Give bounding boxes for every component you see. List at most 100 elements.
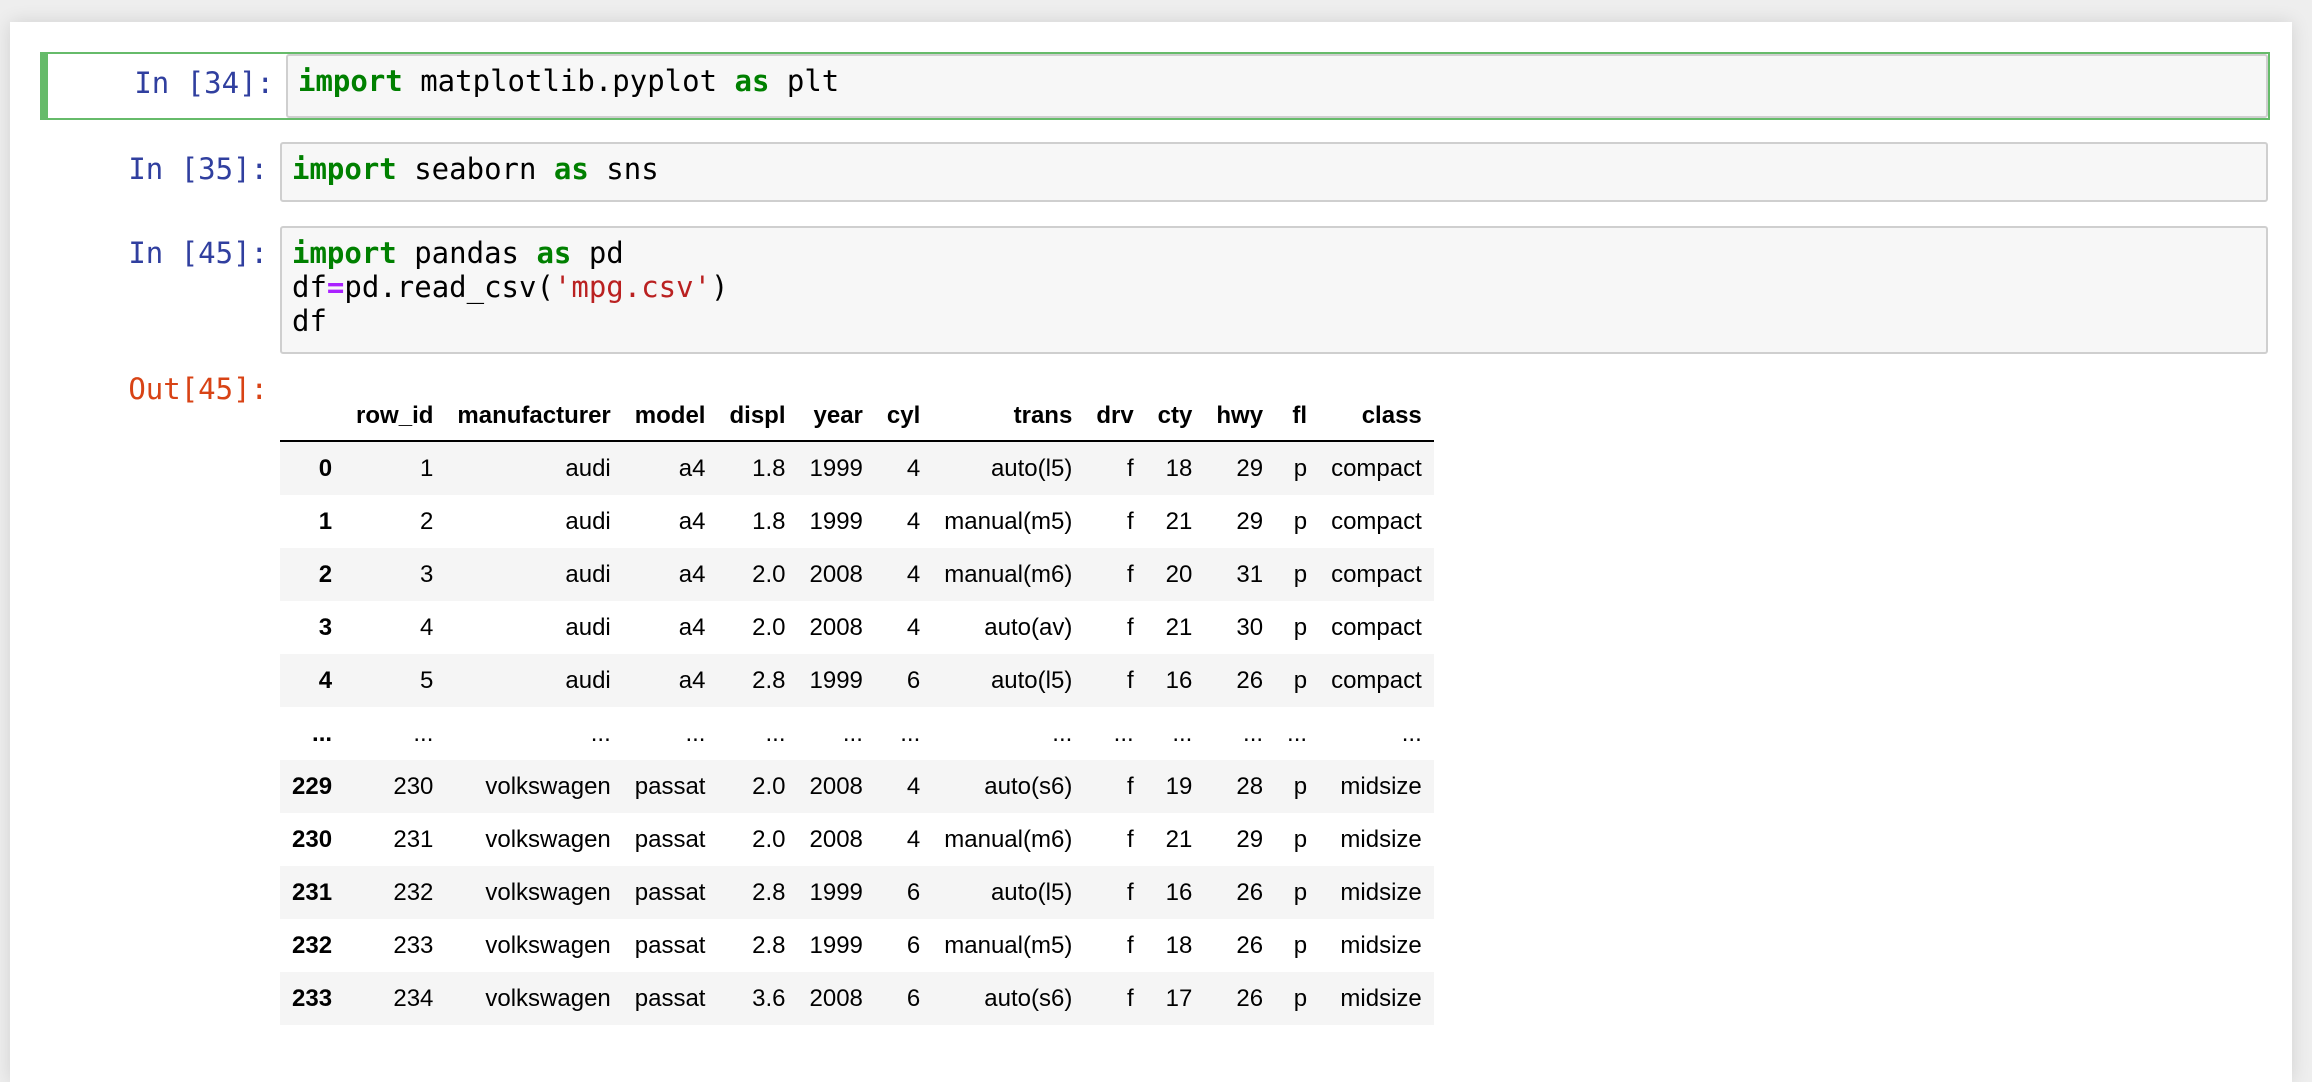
table-cell: 4 — [906, 454, 921, 482]
table-row: 233 234 volkswagen passat 3.6 2008 6 auto(s6) f 1… — [280, 972, 1434, 1025]
table-cell: 29 — [1236, 825, 1264, 853]
table-cell: ... — [1401, 719, 1422, 747]
code-keyword: import — [298, 64, 403, 98]
table-row: 231 232 volkswagen passat 2.8 1999 6 auto(l5) f 1… — [280, 866, 1434, 919]
table-cell: a4 — [678, 507, 706, 535]
table-cell: manual(m5) — [944, 507, 1073, 535]
column-header: cty — [1145, 392, 1205, 442]
row-index: 231 — [292, 878, 333, 906]
table-cell: 18 — [1165, 454, 1193, 482]
table-cell: p — [1293, 454, 1308, 482]
table-cell: f — [1127, 984, 1134, 1012]
output-cell-45: Out[45]: row_id manufacturer model displ yea… — [40, 370, 2270, 1027]
table-cell: passat — [634, 878, 706, 906]
row-index: 232 — [292, 931, 333, 959]
table-cell: 1 — [420, 454, 434, 482]
code-line: df=pd.read_csv('mpg.csv') — [292, 270, 2256, 304]
table-cell: p — [1293, 507, 1308, 535]
code-string: 'mpg.csv' — [553, 270, 712, 304]
column-header: row_id — [344, 392, 446, 442]
code-cell-45[interactable]: In [45]: import pandas as pd df=pd.read_c… — [40, 224, 2270, 356]
code-token: pd.read_csv( — [344, 270, 554, 304]
table-cell: ... — [413, 719, 434, 747]
table-cell: audi — [565, 613, 611, 641]
table-cell: volkswagen — [485, 772, 611, 800]
table-row: 1 2 audi a4 1.8 1999 4 manual(m5) f 21 29 p compact — [280, 495, 1434, 548]
output-area: row_id manufacturer model displ year cyl trans… — [280, 372, 2268, 1025]
table-cell: 19 — [1165, 772, 1193, 800]
table-cell: 2.0 — [752, 560, 786, 588]
table-cell: compact — [1331, 560, 1422, 588]
code-token: df — [292, 304, 327, 338]
table-row: 0 1 audi a4 1.8 1999 4 auto(l5) f 18 29 p compact — [280, 441, 1434, 495]
row-index: 0 — [318, 454, 333, 482]
code-line: import pandas as pd — [292, 236, 2256, 270]
code-editor[interactable]: import matplotlib.pyplot as plt — [286, 54, 2268, 118]
code-line: import seaborn as sns — [292, 152, 2256, 186]
table-cell: 4 — [906, 507, 921, 535]
table-cell: passat — [634, 825, 706, 853]
table-cell: auto(l5) — [990, 454, 1073, 482]
column-header: manufacturer — [445, 392, 623, 442]
table-cell: 5 — [420, 666, 434, 694]
table-cell: 234 — [393, 984, 434, 1012]
table-cell: p — [1293, 560, 1308, 588]
code-token: ) — [711, 270, 729, 304]
table-cell: 3.6 — [752, 984, 786, 1012]
code-editor[interactable]: import pandas as pd df=pd.read_csv('mpg.c… — [280, 226, 2268, 354]
table-cell: 231 — [393, 825, 434, 853]
table-cell: volkswagen — [485, 984, 611, 1012]
column-header: displ — [717, 392, 798, 442]
notebook-container: In [34]: import matplotlib.pyplot as plt… — [10, 22, 2292, 1082]
table-cell: 2008 — [809, 613, 863, 641]
table-cell: midsize — [1340, 931, 1422, 959]
table-cell: 1999 — [809, 878, 863, 906]
table-cell: auto(av) — [984, 613, 1073, 641]
table-cell: 2008 — [809, 772, 863, 800]
table-cell: f — [1127, 454, 1134, 482]
table-cell: 2.8 — [752, 666, 786, 694]
code-keyword: as — [734, 64, 770, 98]
code-cell-34[interactable]: In [34]: import matplotlib.pyplot as plt — [40, 52, 2270, 120]
table-cell: volkswagen — [485, 878, 611, 906]
table-cell: 1999 — [809, 666, 863, 694]
table-cell: 18 — [1165, 931, 1193, 959]
table-header: row_id manufacturer model displ year cyl trans… — [280, 392, 1434, 442]
table-cell: auto(l5) — [990, 666, 1073, 694]
table-cell: 230 — [393, 772, 434, 800]
table-cell: auto(s6) — [984, 984, 1073, 1012]
code-keyword: import — [292, 152, 397, 186]
table-cell: 6 — [906, 666, 921, 694]
column-header: class — [1319, 392, 1434, 442]
code-token: pd — [571, 236, 624, 270]
column-header: cyl — [874, 392, 933, 442]
table-cell: f — [1127, 772, 1134, 800]
table-cell: p — [1293, 666, 1308, 694]
table-cell: ... — [685, 719, 706, 747]
table-row: 2 3 audi a4 2.0 2008 4 manual(m6) f 20 31 p compact — [280, 548, 1434, 601]
table-cell: passat — [634, 931, 706, 959]
table-cell: audi — [565, 560, 611, 588]
table-body: 0 1 audi a4 1.8 1999 4 auto(l5) f 18 29 p compact 1 2 a… — [280, 441, 1434, 1025]
table-cell: 233 — [393, 931, 434, 959]
code-token: seaborn — [396, 152, 554, 186]
table-cell: 3 — [420, 560, 434, 588]
table-cell: 26 — [1236, 984, 1264, 1012]
row-index: ... — [312, 719, 333, 747]
table-cell: 2.0 — [752, 772, 786, 800]
table-cell: 4 — [906, 825, 921, 853]
row-index: 1 — [318, 507, 333, 535]
code-cell-35[interactable]: In [35]: import seaborn as sns — [40, 140, 2270, 204]
row-index: 3 — [318, 613, 333, 641]
code-token: sns — [588, 152, 659, 186]
table-cell: 21 — [1165, 507, 1193, 535]
table-cell: 29 — [1236, 507, 1264, 535]
row-index: 229 — [292, 772, 333, 800]
code-keyword: import — [292, 236, 397, 270]
row-index: 2 — [318, 560, 333, 588]
table-cell: 4 — [420, 613, 434, 641]
table-cell: passat — [634, 984, 706, 1012]
table-cell: p — [1293, 613, 1308, 641]
table-cell: ... — [765, 719, 786, 747]
code-editor[interactable]: import seaborn as sns — [280, 142, 2268, 202]
